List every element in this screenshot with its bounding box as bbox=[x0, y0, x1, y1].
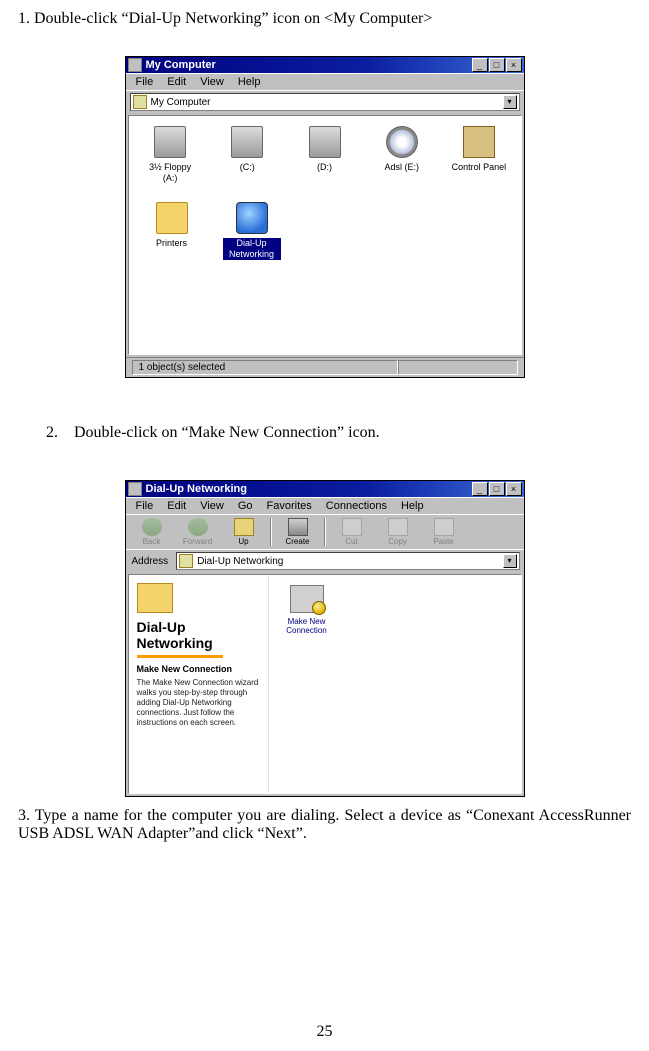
maximize-button[interactable]: □ bbox=[489, 482, 505, 496]
page-number: 25 bbox=[18, 1023, 631, 1041]
paste-icon bbox=[434, 518, 454, 536]
floppy-icon bbox=[154, 126, 186, 158]
connection-icon bbox=[290, 585, 324, 613]
folder-icon bbox=[128, 482, 142, 496]
printers-icon[interactable]: Printers bbox=[143, 202, 201, 260]
back-icon bbox=[142, 518, 162, 536]
cd-icon bbox=[386, 126, 418, 158]
hdd-icon bbox=[309, 126, 341, 158]
globe-icon bbox=[236, 202, 268, 234]
step-2-number: 2. bbox=[46, 424, 58, 441]
icon-pane: Make New Connection bbox=[269, 575, 521, 793]
make-new-connection-icon[interactable]: Make New Connection bbox=[279, 585, 335, 635]
step-2-text: 2. Double-click on “Make New Connection”… bbox=[46, 424, 631, 442]
address-dropdown[interactable]: My Computer ▾ bbox=[130, 93, 520, 111]
menu-edit[interactable]: Edit bbox=[161, 75, 192, 89]
up-icon bbox=[234, 518, 254, 536]
titlebar: Dial-Up Networking _ □ × bbox=[126, 481, 524, 497]
info-heading: Dial-Up Networking bbox=[137, 619, 260, 651]
menubar: File Edit View Help bbox=[126, 73, 524, 90]
menubar: File Edit View Go Favorites Connections … bbox=[126, 497, 524, 514]
tool-up[interactable]: Up bbox=[222, 517, 266, 547]
titlebar: My Computer _ □ × bbox=[126, 57, 524, 73]
tool-copy[interactable]: Copy bbox=[376, 517, 420, 547]
address-dropdown[interactable]: Dial-Up Networking ▾ bbox=[176, 552, 519, 570]
menu-view[interactable]: View bbox=[194, 499, 230, 513]
drive-e-adsl-icon[interactable]: Adsl (E:) bbox=[374, 126, 429, 184]
icon-label: Make New Connection bbox=[279, 617, 335, 635]
tool-paste[interactable]: Paste bbox=[422, 517, 466, 547]
window-title: Dial-Up Networking bbox=[146, 483, 472, 495]
chevron-down-icon[interactable]: ▾ bbox=[503, 95, 517, 109]
computer-icon bbox=[128, 58, 142, 72]
icon-label: 3½ Floppy (A:) bbox=[143, 162, 198, 184]
toolbar-separator bbox=[324, 518, 326, 546]
address-bar: Address Dial-Up Networking ▾ bbox=[126, 549, 524, 572]
my-computer-window: My Computer _ □ × File Edit View Help My… bbox=[125, 56, 525, 378]
step-1-text: 1. Double-click “Dial-Up Networking” ico… bbox=[18, 10, 631, 28]
client-area: Dial-Up Networking Make New Connection T… bbox=[128, 574, 522, 794]
floppy-drive-icon[interactable]: 3½ Floppy (A:) bbox=[143, 126, 198, 184]
divider bbox=[137, 655, 223, 658]
chevron-down-icon[interactable]: ▾ bbox=[503, 554, 517, 568]
info-subheading: Make New Connection bbox=[137, 664, 260, 674]
folder-mini-icon bbox=[179, 554, 193, 568]
tool-forward[interactable]: Forward bbox=[176, 517, 220, 547]
control-panel-icon[interactable]: Control Panel bbox=[451, 126, 506, 184]
drive-c-icon[interactable]: (C:) bbox=[220, 126, 275, 184]
icon-label: Control Panel bbox=[452, 162, 507, 173]
panel-icon bbox=[463, 126, 495, 158]
status-bar: 1 object(s) selected bbox=[126, 357, 524, 377]
menu-help[interactable]: Help bbox=[232, 75, 267, 89]
maximize-button[interactable]: □ bbox=[489, 58, 505, 72]
step-2-body: Double-click on “Make New Connection” ic… bbox=[74, 424, 380, 441]
drive-d-icon[interactable]: (D:) bbox=[297, 126, 352, 184]
close-button[interactable]: × bbox=[506, 482, 522, 496]
menu-view[interactable]: View bbox=[194, 75, 230, 89]
menu-file[interactable]: File bbox=[130, 75, 160, 89]
create-icon bbox=[288, 518, 308, 536]
dial-up-networking-icon[interactable]: Dial-Up Networking bbox=[223, 202, 281, 260]
window-title: My Computer bbox=[146, 59, 472, 71]
tool-create[interactable]: Create bbox=[276, 517, 320, 547]
client-area: 3½ Floppy (A:) (C:) (D:) Adsl (E:) Contr… bbox=[128, 115, 522, 355]
computer-mini-icon bbox=[133, 95, 147, 109]
address-bar: My Computer ▾ bbox=[126, 90, 524, 113]
forward-icon bbox=[188, 518, 208, 536]
address-text: My Computer bbox=[151, 97, 211, 108]
tool-cut[interactable]: Cut bbox=[330, 517, 374, 547]
status-text: 1 object(s) selected bbox=[132, 360, 398, 375]
folder-icon bbox=[156, 202, 188, 234]
icon-label: Printers bbox=[156, 238, 187, 249]
step-3-text: 3. Type a name for the computer you are … bbox=[18, 807, 631, 843]
hdd-icon bbox=[231, 126, 263, 158]
menu-connections[interactable]: Connections bbox=[320, 499, 393, 513]
status-pane bbox=[398, 360, 518, 375]
toolbar-separator bbox=[270, 518, 272, 546]
copy-icon bbox=[388, 518, 408, 536]
toolbar: Back Forward Up Create Cut Copy Paste bbox=[126, 514, 524, 549]
info-desc: The Make New Connection wizard walks you… bbox=[137, 678, 260, 728]
menu-go[interactable]: Go bbox=[232, 499, 259, 513]
close-button[interactable]: × bbox=[506, 58, 522, 72]
tool-back[interactable]: Back bbox=[130, 517, 174, 547]
minimize-button[interactable]: _ bbox=[472, 58, 488, 72]
icon-label: (C:) bbox=[240, 162, 255, 173]
minimize-button[interactable]: _ bbox=[472, 482, 488, 496]
menu-file[interactable]: File bbox=[130, 499, 160, 513]
menu-favorites[interactable]: Favorites bbox=[261, 499, 318, 513]
info-pane: Dial-Up Networking Make New Connection T… bbox=[129, 575, 269, 793]
icon-label: Dial-Up Networking bbox=[223, 238, 281, 260]
dial-up-networking-window: Dial-Up Networking _ □ × File Edit View … bbox=[125, 480, 525, 797]
icon-label: Adsl (E:) bbox=[384, 162, 419, 173]
menu-edit[interactable]: Edit bbox=[161, 499, 192, 513]
icon-label: (D:) bbox=[317, 162, 332, 173]
address-text: Dial-Up Networking bbox=[197, 556, 283, 567]
address-label: Address bbox=[130, 556, 173, 567]
menu-help[interactable]: Help bbox=[395, 499, 430, 513]
folder-icon bbox=[137, 583, 173, 613]
cut-icon bbox=[342, 518, 362, 536]
